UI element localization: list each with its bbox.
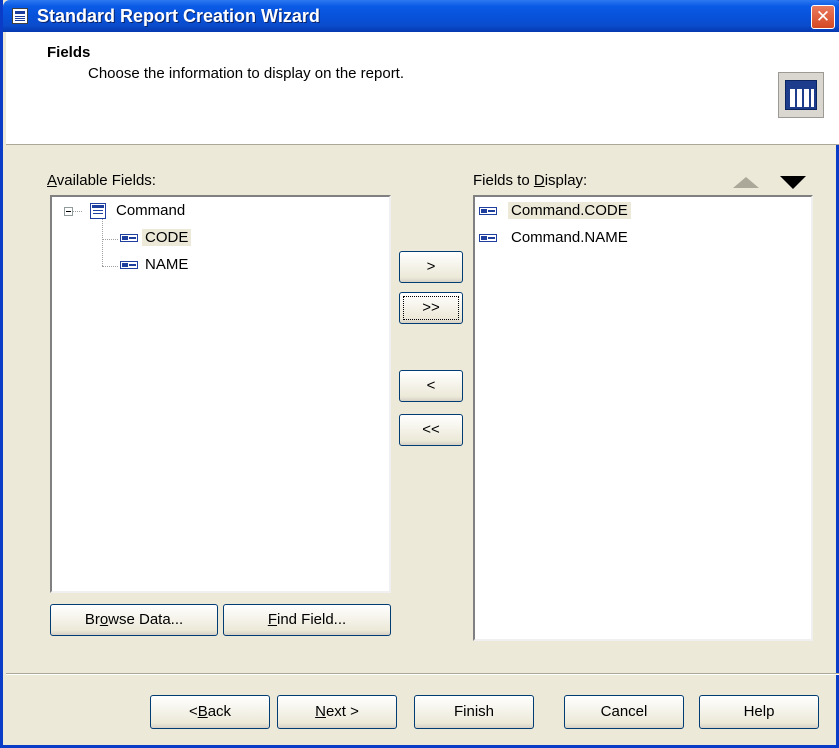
finish-button[interactable]: Finish [414, 695, 534, 729]
field-icon [120, 261, 138, 269]
remove-all-fields-button[interactable]: << [399, 414, 463, 446]
tree-node-code[interactable]: CODE [142, 227, 192, 249]
move-up-icon[interactable] [733, 177, 759, 188]
display-item-name[interactable]: Command.NAME [511, 227, 628, 249]
wizard-window: Standard Report Creation Wizard ✕ Fields… [0, 0, 839, 748]
back-button[interactable]: < Back [150, 695, 270, 729]
available-fields-label: Available Fields: [47, 172, 156, 189]
wizard-header [6, 32, 839, 145]
report-app-icon [12, 8, 28, 24]
field-icon [120, 234, 138, 242]
close-button[interactable]: ✕ [811, 5, 835, 29]
field-icon [479, 234, 497, 242]
close-icon: ✕ [815, 7, 831, 26]
display-item-code[interactable]: Command.CODE [508, 200, 631, 222]
page-title: Fields [47, 44, 91, 61]
fields-to-display-label: Fields to Display: [473, 172, 588, 189]
add-field-button[interactable]: > [399, 251, 463, 283]
help-button[interactable]: Help [699, 695, 819, 729]
fields-to-display-list[interactable]: Command.CODE Command.NAME [473, 195, 813, 641]
cancel-button[interactable]: Cancel [564, 695, 684, 729]
find-field-button[interactable]: Find Field... [223, 604, 391, 636]
fields-table-icon [778, 72, 824, 118]
browse-data-button[interactable]: Browse Data... [50, 604, 218, 636]
tree-node-name[interactable]: NAME [145, 254, 188, 276]
add-all-fields-button[interactable]: >> [399, 292, 463, 324]
tree-node-command[interactable]: Command [116, 200, 185, 222]
collapse-toggle-icon[interactable] [64, 207, 73, 216]
window-title: Standard Report Creation Wizard [37, 6, 320, 26]
title-bar[interactable]: Standard Report Creation Wizard ✕ [3, 0, 839, 32]
page-subtitle: Choose the information to display on the… [88, 65, 405, 82]
available-fields-tree[interactable]: Command CODE NAME [50, 195, 391, 593]
table-icon [90, 203, 106, 219]
remove-field-button[interactable]: < [399, 370, 463, 402]
field-icon [479, 207, 497, 215]
footer-divider [6, 673, 839, 675]
next-button[interactable]: Next > [277, 695, 397, 729]
move-down-icon[interactable] [780, 176, 806, 189]
